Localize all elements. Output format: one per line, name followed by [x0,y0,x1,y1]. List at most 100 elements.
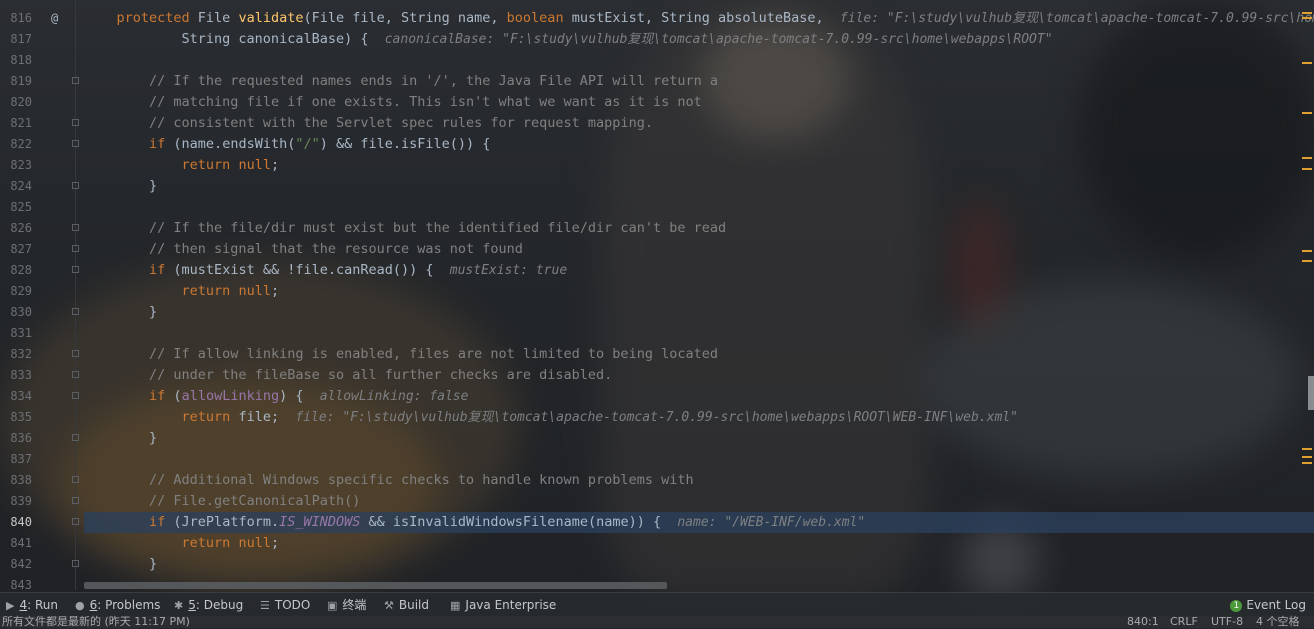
code-editor[interactable]: 816 @817 818 819 820 821 822 823 824 825 826 827 828… [0,0,1314,592]
code-line[interactable] [84,197,1314,218]
gutter-line[interactable]: 836 [0,428,79,449]
gutter-line[interactable]: 824 [0,176,79,197]
stripe-marker[interactable] [1302,260,1312,262]
gutter-line[interactable]: 827 [0,239,79,260]
tool-button-run[interactable]: ▶ 4: Run [6,593,58,617]
fold-icon[interactable] [72,518,79,525]
code-token: // consistent with the Servlet spec rule… [149,115,653,131]
gutter-line[interactable]: 826 [0,218,79,239]
code-line[interactable]: // If the requested names ends in '/', t… [84,71,1314,92]
fold-icon[interactable] [72,182,79,189]
fold-icon[interactable] [72,266,79,273]
stripe-marker[interactable] [1302,462,1312,464]
gutter-line[interactable]: 825 [0,197,70,218]
gutter-line[interactable]: 818 [0,50,70,71]
fold-icon[interactable] [72,140,79,147]
tool-button-java-enterprise[interactable]: ▦ Java Enterprise [450,593,556,617]
gutter-line[interactable]: 823 [0,155,70,176]
gutter-line[interactable]: 831 [0,323,70,344]
gutter-line[interactable]: 832 [0,344,79,365]
gutter-line[interactable]: 817 [0,29,70,50]
gutter-line[interactable]: 835 [0,407,70,428]
code-line[interactable]: } [84,428,1314,449]
gutter-line[interactable]: 839 [0,491,79,512]
fold-icon[interactable] [72,308,79,315]
error-stripe[interactable] [1302,0,1314,590]
fold-icon[interactable] [72,476,79,483]
status-message[interactable]: 所有文件都是最新的 (昨天 11:17 PM) [2,615,190,629]
code-line[interactable] [84,323,1314,344]
gutter-line[interactable]: 842 [0,554,79,575]
tool-button-terminal[interactable]: ▣ 终端 [327,593,366,617]
code-line[interactable]: } [84,302,1314,323]
fold-icon[interactable] [72,77,79,84]
stripe-marker[interactable] [1302,17,1312,19]
code-line[interactable]: // under the fileBase so all further che… [84,365,1314,386]
stripe-marker[interactable] [1302,62,1312,64]
code-line[interactable]: // consistent with the Servlet spec rule… [84,113,1314,134]
override-marker-icon[interactable]: @ [51,8,58,29]
code-line[interactable]: // Additional Windows specific checks to… [84,470,1314,491]
tool-button-todo[interactable]: ☰ TODO [260,593,310,617]
tool-button-build[interactable]: ⚒ Build [384,593,429,617]
stripe-marker[interactable] [1302,112,1312,114]
code-line[interactable]: // If the file/dir must exist but the id… [84,218,1314,239]
gutter-line[interactable]: 829 [0,281,70,302]
scroll-thumb[interactable] [1308,376,1314,410]
gutter-line[interactable]: 834 [0,386,79,407]
fold-icon[interactable] [72,350,79,357]
code-line[interactable]: if (allowLinking) { allowLinking: false [84,386,1314,407]
stripe-marker[interactable] [1302,448,1312,450]
code-line[interactable]: if (mustExist && !file.canRead()) { must… [84,260,1314,281]
fold-icon[interactable] [72,434,79,441]
gutter-line[interactable]: 820 [0,92,70,113]
gutter-line[interactable]: 819 [0,71,79,92]
gutter-line[interactable]: 828 [0,260,79,281]
gutter-line[interactable]: 822 [0,134,79,155]
stripe-marker[interactable] [1302,250,1312,252]
fold-icon[interactable] [72,224,79,231]
code-line[interactable]: protected File validate(File file, Strin… [84,8,1314,29]
stripe-marker[interactable] [1302,12,1312,14]
fold-icon[interactable] [72,560,79,567]
gutter-line[interactable]: 830 [0,302,79,323]
code-line[interactable]: // then signal that the resource was not… [84,239,1314,260]
code-line[interactable]: // If allow linking is enabled, files ar… [84,344,1314,365]
code-line[interactable]: return null; [84,533,1314,554]
event-log-button[interactable]: 1 Event Log [1230,593,1306,617]
stripe-marker[interactable] [1302,157,1312,159]
code-line[interactable]: return null; [84,155,1314,176]
gutter-line[interactable]: 816 @ [0,8,70,29]
stripe-marker[interactable] [1302,168,1312,170]
gutter-line[interactable]: 833 [0,365,79,386]
tool-button-debug[interactable]: ✱ 5: Debug [174,593,243,617]
code-line[interactable]: return null; [84,281,1314,302]
file-encoding[interactable]: UTF-8 [1211,615,1243,629]
code-line[interactable]: return file; file: "F:\study\vulhub复现\to… [84,407,1314,428]
code-line[interactable]: // matching file if one exists. This isn… [84,92,1314,113]
code-line[interactable]: } [84,176,1314,197]
code-line[interactable]: } [84,554,1314,575]
caret-position[interactable]: 840:1 [1127,615,1159,629]
fold-icon[interactable] [72,119,79,126]
horizontal-scrollbar[interactable] [84,582,667,589]
tool-button-problems[interactable]: ● 6: Problems [75,593,160,617]
current-code-line[interactable]: if (JrePlatform.IS_WINDOWS && isInvalidW… [84,512,1314,533]
stripe-marker[interactable] [1302,456,1312,458]
fold-icon[interactable] [72,497,79,504]
fold-icon[interactable] [72,245,79,252]
gutter-line[interactable]: 821 [0,113,79,134]
code-line[interactable]: String canonicalBase) { canonicalBase: "… [84,29,1314,50]
code-line[interactable]: // File.getCanonicalPath() [84,491,1314,512]
fold-icon[interactable] [72,392,79,399]
line-separator[interactable]: CRLF [1170,615,1198,629]
gutter-line[interactable]: 838 [0,470,79,491]
code-line[interactable] [84,50,1314,71]
code-line[interactable] [84,449,1314,470]
code-line[interactable]: if (name.endsWith("/") && file.isFile())… [84,134,1314,155]
gutter-line[interactable]: 841 [0,533,70,554]
gutter-line[interactable]: 840 [0,512,79,533]
indent-setting[interactable]: 4 个空格 [1256,615,1300,629]
fold-icon[interactable] [72,371,79,378]
gutter-line[interactable]: 837 [0,449,70,470]
